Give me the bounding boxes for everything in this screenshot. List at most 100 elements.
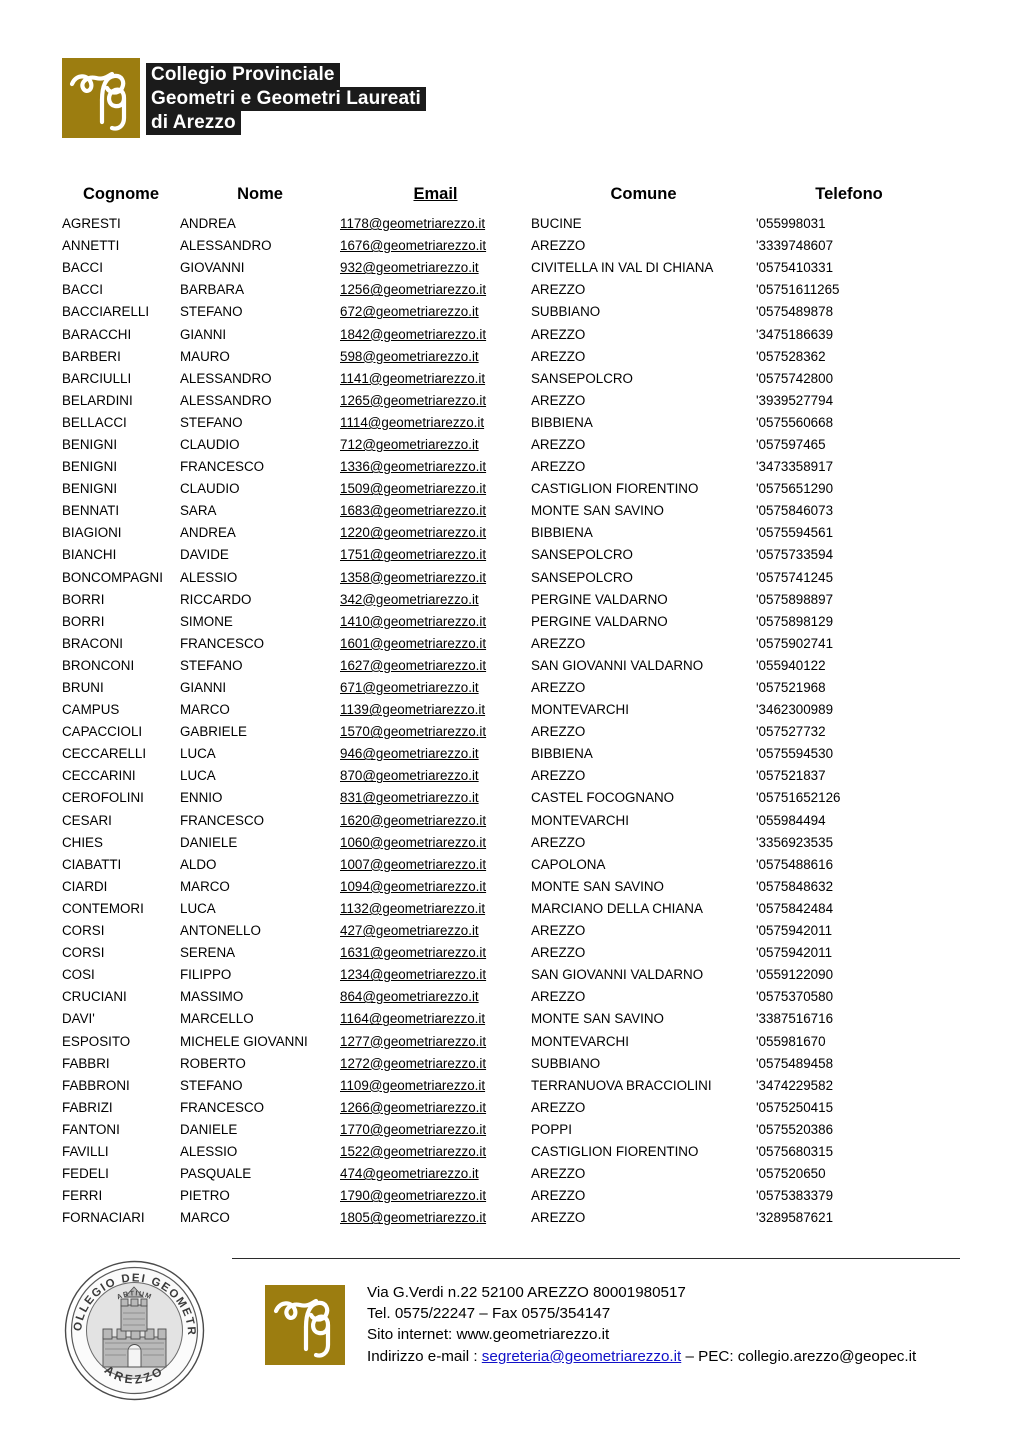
cell-comune: CIVITELLA IN VAL DI CHIANA [531, 260, 714, 276]
email-link[interactable]: 1266@geometriarezzo.it [340, 1100, 486, 1115]
email-link[interactable]: 1627@geometriarezzo.it [340, 658, 486, 673]
email-link[interactable]: 1060@geometriarezzo.it [340, 835, 486, 850]
cell-email[interactable]: 1256@geometriarezzo.it [340, 279, 531, 301]
email-link[interactable]: 864@geometriarezzo.it [340, 989, 479, 1004]
email-link[interactable]: 1234@geometriarezzo.it [340, 967, 486, 982]
email-link[interactable]: 1220@geometriarezzo.it [340, 525, 486, 540]
cell-email[interactable]: 712@geometriarezzo.it [340, 434, 531, 456]
cell-email[interactable]: 1265@geometriarezzo.it [340, 390, 531, 412]
email-link[interactable]: 1790@geometriarezzo.it [340, 1188, 486, 1203]
cell-email[interactable]: 1522@geometriarezzo.it [340, 1141, 531, 1163]
email-link[interactable]: 1676@geometriarezzo.it [340, 238, 486, 253]
email-link[interactable]: 1570@geometriarezzo.it [340, 724, 486, 739]
cell-email[interactable]: 671@geometriarezzo.it [340, 677, 531, 699]
cell-email[interactable]: 1164@geometriarezzo.it [340, 1008, 531, 1030]
cell-email[interactable]: 1790@geometriarezzo.it [340, 1185, 531, 1207]
email-link[interactable]: 1132@geometriarezzo.it [340, 901, 485, 916]
email-link[interactable]: 1272@geometriarezzo.it [340, 1056, 486, 1071]
cell-email[interactable]: 1266@geometriarezzo.it [340, 1097, 531, 1119]
cell-email[interactable]: 864@geometriarezzo.it [340, 986, 531, 1008]
cell-email[interactable]: 342@geometriarezzo.it [340, 589, 531, 611]
email-link[interactable]: 1277@geometriarezzo.it [340, 1034, 486, 1049]
email-link[interactable]: 1094@geometriarezzo.it [340, 879, 486, 894]
cell-email[interactable]: 932@geometriarezzo.it [340, 257, 531, 279]
email-link[interactable]: 1358@geometriarezzo.it [340, 570, 486, 585]
email-link[interactable]: 712@geometriarezzo.it [340, 437, 479, 452]
cell-email[interactable]: 1805@geometriarezzo.it [340, 1207, 531, 1229]
email-link[interactable]: 1842@geometriarezzo.it [340, 327, 486, 342]
cell-email[interactable]: 1272@geometriarezzo.it [340, 1053, 531, 1075]
cell-email[interactable]: 1220@geometriarezzo.it [340, 522, 531, 544]
email-link[interactable]: 671@geometriarezzo.it [340, 680, 479, 695]
cell-email[interactable]: 1060@geometriarezzo.it [340, 832, 531, 854]
cell-telefono: '05751652126 [756, 790, 841, 806]
email-link[interactable]: 1336@geometriarezzo.it [340, 459, 486, 474]
email-link[interactable]: 1265@geometriarezzo.it [340, 393, 486, 408]
email-link[interactable]: 474@geometriarezzo.it [340, 1166, 479, 1181]
email-link[interactable]: 1139@geometriarezzo.it [340, 702, 485, 717]
email-link[interactable]: 598@geometriarezzo.it [340, 349, 479, 364]
cell-email[interactable]: 672@geometriarezzo.it [340, 301, 531, 323]
cell-email[interactable]: 1234@geometriarezzo.it [340, 964, 531, 986]
email-link[interactable]: 1683@geometriarezzo.it [340, 503, 486, 518]
cell-email[interactable]: 474@geometriarezzo.it [340, 1163, 531, 1185]
cell-email[interactable]: 1410@geometriarezzo.it [340, 611, 531, 633]
cell-email[interactable]: 1336@geometriarezzo.it [340, 456, 531, 478]
email-link[interactable]: 1620@geometriarezzo.it [340, 813, 486, 828]
cell-email[interactable]: 1358@geometriarezzo.it [340, 567, 531, 589]
cell-email[interactable]: 1676@geometriarezzo.it [340, 235, 531, 257]
cell-email[interactable]: 1842@geometriarezzo.it [340, 323, 531, 345]
cell-email[interactable]: 1620@geometriarezzo.it [340, 810, 531, 832]
cell-email[interactable]: 1683@geometriarezzo.it [340, 500, 531, 522]
footer-email-link[interactable]: segreteria@geometriarezzo.it [482, 1348, 681, 1365]
cell-email[interactable]: 831@geometriarezzo.it [340, 787, 531, 809]
email-link[interactable]: 1631@geometriarezzo.it [340, 945, 486, 960]
cell-comune: SANSEPOLCRO [531, 569, 633, 585]
cell-email[interactable]: 1770@geometriarezzo.it [340, 1119, 531, 1141]
email-link[interactable]: 1141@geometriarezzo.it [340, 371, 485, 386]
email-link[interactable]: 1256@geometriarezzo.it [340, 282, 486, 297]
cell-email[interactable]: 1094@geometriarezzo.it [340, 876, 531, 898]
cell-email[interactable]: 1570@geometriarezzo.it [340, 721, 531, 743]
email-link[interactable]: 672@geometriarezzo.it [340, 304, 479, 319]
email-link[interactable]: 1410@geometriarezzo.it [340, 614, 486, 629]
table-row: BIANCHI DAVIDE 1751@geometriarezzo.it SANSE… [62, 544, 942, 566]
email-link[interactable]: 1770@geometriarezzo.it [340, 1122, 486, 1137]
cell-email[interactable]: 1277@geometriarezzo.it [340, 1030, 531, 1052]
email-link[interactable]: 1509@geometriarezzo.it [340, 481, 486, 496]
cell-email[interactable]: 1139@geometriarezzo.it [340, 699, 531, 721]
email-link[interactable]: 1178@geometriarezzo.it [340, 216, 485, 231]
email-link[interactable]: 342@geometriarezzo.it [340, 592, 479, 607]
email-link[interactable]: 1522@geometriarezzo.it [340, 1144, 486, 1159]
cell-email[interactable]: 427@geometriarezzo.it [340, 920, 531, 942]
email-link[interactable]: 831@geometriarezzo.it [340, 790, 479, 805]
cell-comune: PERGINE VALDARNO [531, 591, 668, 607]
email-link[interactable]: 1751@geometriarezzo.it [340, 547, 486, 562]
email-link[interactable]: 1164@geometriarezzo.it [340, 1011, 485, 1026]
email-link[interactable]: 932@geometriarezzo.it [340, 260, 479, 275]
email-link[interactable]: 1601@geometriarezzo.it [340, 636, 486, 651]
table-row: FABBRI ROBERTO 1272@geometriarezzo.it SUBBI… [62, 1053, 942, 1075]
cell-email[interactable]: 598@geometriarezzo.it [340, 346, 531, 368]
cell-email[interactable]: 1141@geometriarezzo.it [340, 368, 531, 390]
cell-email[interactable]: 870@geometriarezzo.it [340, 765, 531, 787]
email-link[interactable]: 870@geometriarezzo.it [340, 768, 479, 783]
cell-cognome: ANNETTI [62, 238, 120, 254]
cell-email[interactable]: 1109@geometriarezzo.it [340, 1075, 531, 1097]
cell-email[interactable]: 1132@geometriarezzo.it [340, 898, 531, 920]
cell-email[interactable]: 1627@geometriarezzo.it [340, 655, 531, 677]
email-link[interactable]: 1109@geometriarezzo.it [340, 1078, 485, 1093]
email-link[interactable]: 1805@geometriarezzo.it [340, 1210, 486, 1225]
email-link[interactable]: 946@geometriarezzo.it [340, 746, 479, 761]
cell-email[interactable]: 946@geometriarezzo.it [340, 743, 531, 765]
cell-email[interactable]: 1114@geometriarezzo.it [340, 412, 531, 434]
email-link[interactable]: 1114@geometriarezzo.it [340, 415, 484, 430]
email-link[interactable]: 427@geometriarezzo.it [340, 923, 479, 938]
cell-email[interactable]: 1601@geometriarezzo.it [340, 633, 531, 655]
cell-email[interactable]: 1007@geometriarezzo.it [340, 854, 531, 876]
cell-email[interactable]: 1509@geometriarezzo.it [340, 478, 531, 500]
cell-email[interactable]: 1631@geometriarezzo.it [340, 942, 531, 964]
cell-email[interactable]: 1178@geometriarezzo.it [340, 213, 531, 235]
cell-email[interactable]: 1751@geometriarezzo.it [340, 544, 531, 566]
email-link[interactable]: 1007@geometriarezzo.it [340, 857, 486, 872]
